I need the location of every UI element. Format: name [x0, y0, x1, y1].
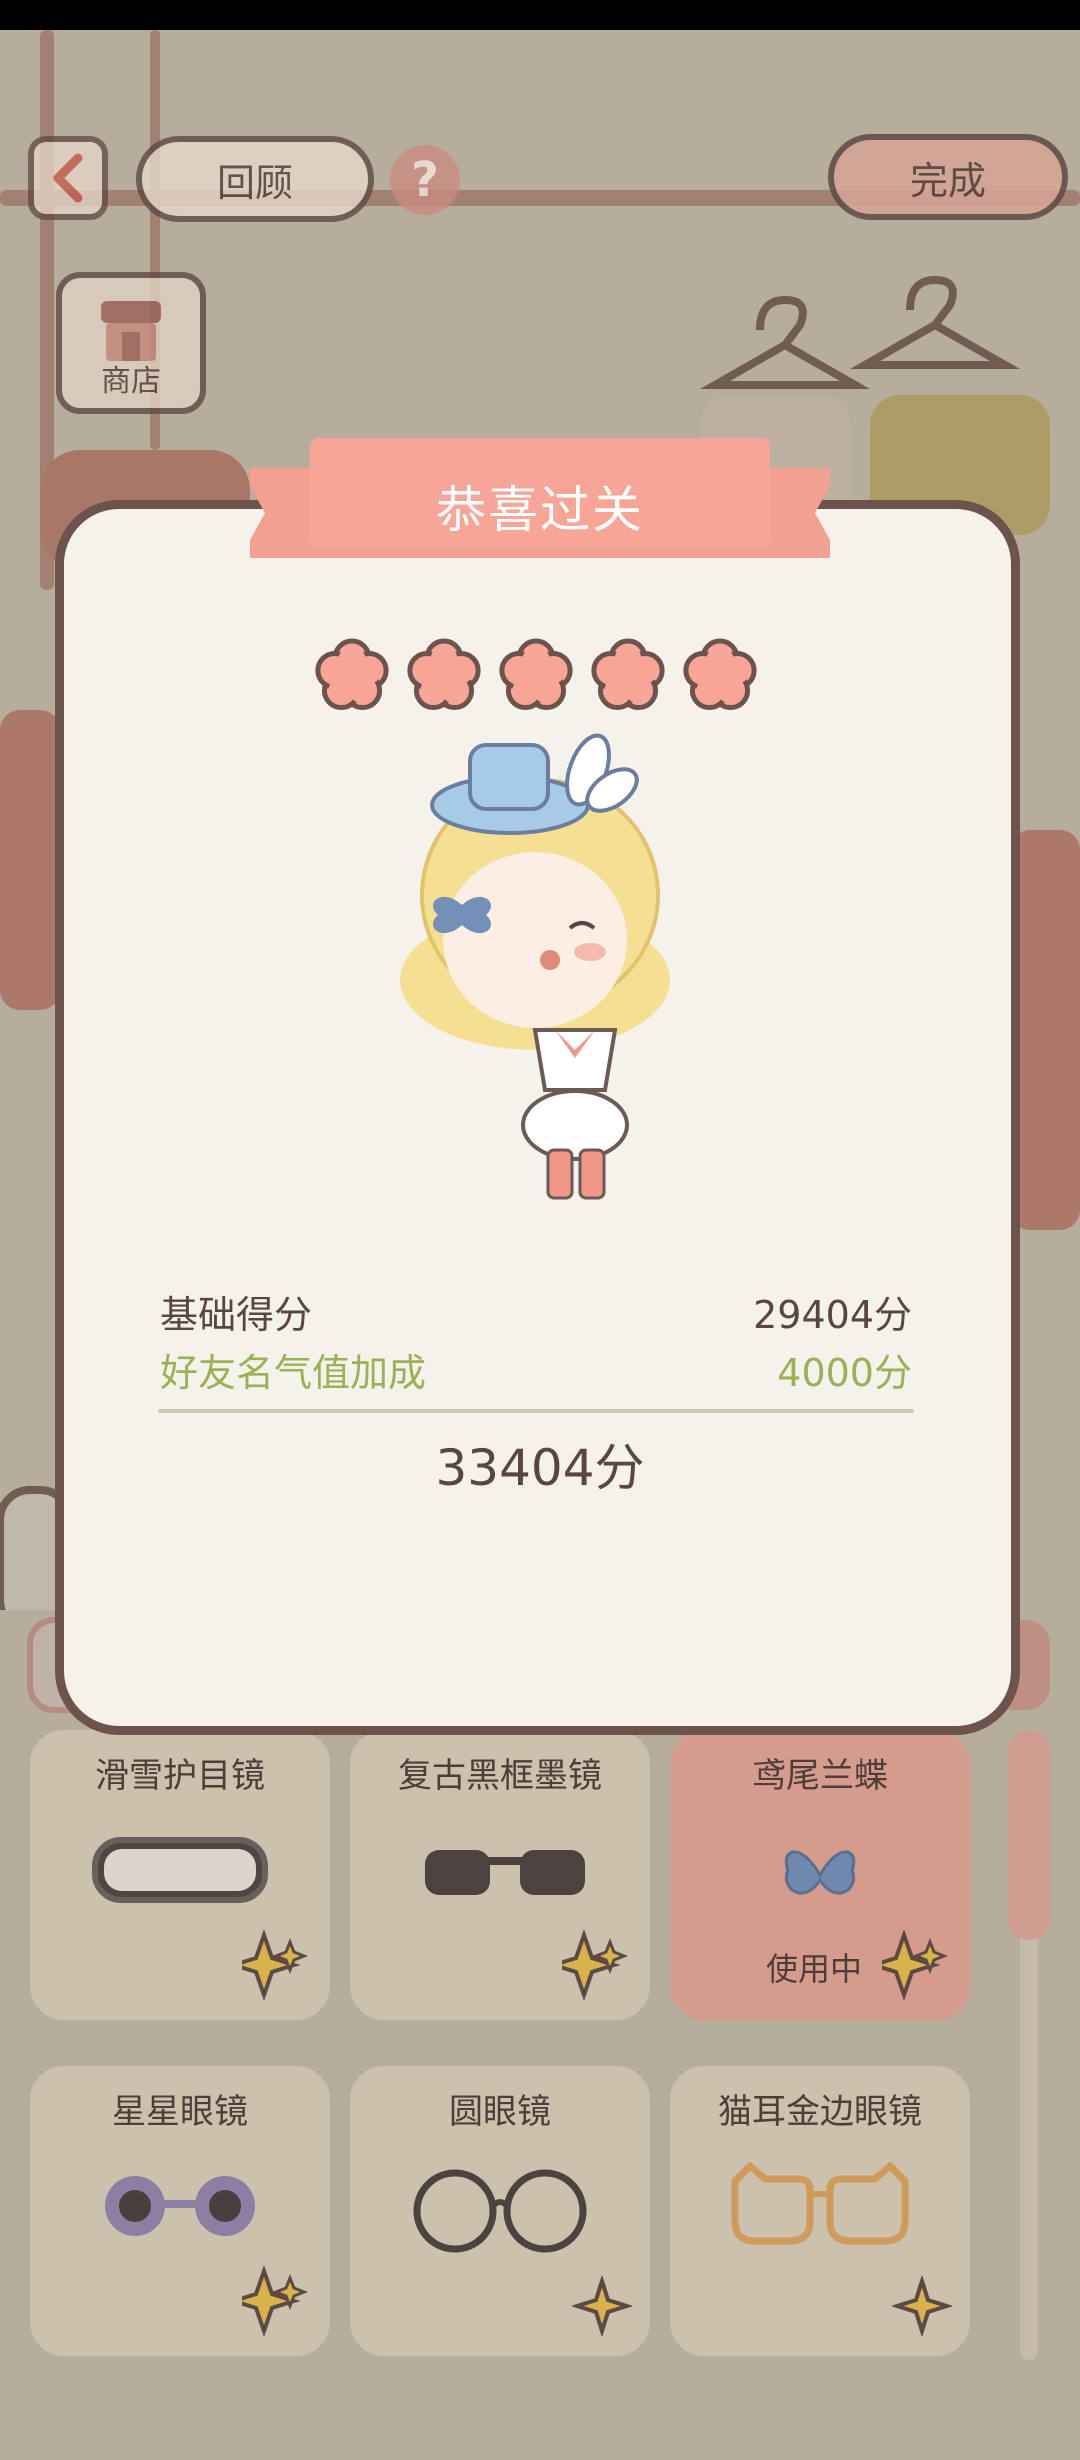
chevron-left-icon [53, 153, 83, 203]
item-card-star-glasses[interactable]: 星星眼镜 [30, 2066, 330, 2356]
help-label: ? [411, 152, 439, 208]
star-icon [683, 638, 757, 711]
sparkle-icon [882, 1930, 949, 2000]
flower-glasses-icon [105, 2176, 255, 2236]
item-name: 圆眼镜 [449, 2092, 551, 2132]
review-label: 回顾 [216, 160, 293, 205]
star-icon [315, 638, 389, 711]
back-button[interactable] [28, 136, 108, 220]
item-card-ski-goggles[interactable]: 滑雪护目镜 [30, 1730, 330, 2020]
in-use-label: 使用中 [766, 1950, 863, 1988]
item-name: 滑雪护目镜 [95, 1756, 265, 1796]
star-icon [499, 638, 573, 711]
sunglasses-icon [425, 1850, 585, 1895]
bonus-score-value: 4000分 [777, 1351, 912, 1395]
star-rating [315, 638, 757, 711]
shop-label: 商店 [101, 364, 161, 399]
base-score-value: 29404分 [753, 1293, 912, 1337]
dialog-title: 恭喜过关 [436, 481, 644, 539]
item-name: 鸢尾兰蝶 [752, 1756, 888, 1796]
cat-ear-glasses-icon [731, 2161, 909, 2245]
item-card-iris-butterfly[interactable]: 鸢尾兰蝶 使用中 [670, 1730, 970, 2020]
round-glasses-icon [413, 2169, 587, 2253]
score-divider [158, 1409, 914, 1413]
bonus-score-label: 好友名气值加成 [160, 1351, 427, 1395]
base-score-label: 基础得分 [160, 1293, 313, 1337]
sparkle-icon [562, 1930, 629, 2000]
item-name: 猫耳金边眼镜 [718, 2092, 922, 2132]
base-score-row: 基础得分 29404分 [160, 1284, 912, 1339]
item-card-cat-ear-glasses[interactable]: 猫耳金边眼镜 [670, 2066, 970, 2356]
item-name: 复古黑框墨镜 [398, 1756, 602, 1796]
scrollbar-thumb[interactable] [1008, 1730, 1050, 1940]
sparkle-icon [892, 2276, 952, 2336]
item-card-round-glasses[interactable]: 圆眼镜 [350, 2066, 650, 2356]
bonus-score-row: 好友名气值加成 4000分 [160, 1342, 912, 1397]
review-button[interactable]: 回顾 [136, 136, 374, 222]
star-icon [591, 638, 665, 711]
star-icon [407, 638, 481, 711]
ski-goggles-icon [92, 1837, 268, 1903]
butterfly-icon [784, 1850, 856, 1895]
status-bar [0, 0, 1080, 30]
character-avatar [400, 733, 670, 1200]
sparkle-icon [242, 2266, 309, 2336]
total-score: 33404分 [435, 1439, 645, 1497]
item-name: 星星眼镜 [112, 2092, 248, 2132]
help-button[interactable]: ? [390, 145, 460, 215]
done-button[interactable]: 完成 [828, 134, 1068, 220]
shop-button[interactable]: 商店 [56, 272, 206, 414]
done-label: 完成 [909, 158, 986, 203]
sparkle-icon [242, 1930, 309, 2000]
sparkle-icon [572, 2276, 632, 2336]
item-card-retro-sunglasses[interactable]: 复古黑框墨镜 [350, 1730, 650, 2020]
